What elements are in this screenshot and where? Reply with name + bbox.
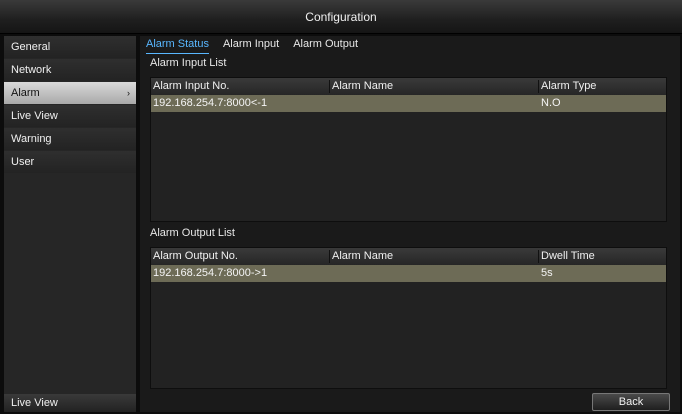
back-button[interactable]: Back bbox=[592, 393, 670, 411]
alarm-input-list-title: Alarm Input List bbox=[150, 57, 227, 69]
column-header-alarm-name[interactable]: Alarm Name bbox=[332, 248, 393, 265]
table-header: Alarm Output No. Alarm Name Dwell Time bbox=[151, 248, 666, 265]
dwell-time-cell: 5s bbox=[541, 267, 553, 279]
alarm-output-table: Alarm Output No. Alarm Name Dwell Time 1… bbox=[150, 247, 667, 389]
column-divider[interactable] bbox=[329, 250, 330, 263]
sidebar-item-label: General bbox=[11, 41, 51, 53]
table-header: Alarm Input No. Alarm Name Alarm Type bbox=[151, 78, 666, 95]
sidebar-item-live-view[interactable]: Live View bbox=[4, 105, 136, 127]
column-header-alarm-output-no[interactable]: Alarm Output No. bbox=[153, 248, 238, 265]
alarm-input-no-cell: 192.168.254.7:8000<-1 bbox=[153, 97, 268, 109]
table-row[interactable]: 192.168.254.7:8000->1 5s bbox=[151, 265, 666, 282]
column-divider[interactable] bbox=[538, 250, 539, 263]
sidebar-item-label: User bbox=[11, 156, 35, 168]
alarm-output-list-title: Alarm Output List bbox=[150, 227, 235, 239]
sidebar-item-label: Live View bbox=[11, 110, 58, 122]
sidebar-item-label: Warning bbox=[11, 133, 52, 145]
tab-alarm-input[interactable]: Alarm Input bbox=[223, 38, 279, 54]
column-header-dwell-time[interactable]: Dwell Time bbox=[541, 248, 595, 265]
sidebar-item-general[interactable]: General bbox=[4, 36, 136, 58]
alarm-output-no-cell: 192.168.254.7:8000->1 bbox=[153, 267, 268, 279]
sidebar-item-user[interactable]: User bbox=[4, 151, 136, 173]
alarm-input-table: Alarm Input No. Alarm Name Alarm Type 19… bbox=[150, 77, 667, 222]
live-view-button[interactable]: Live View bbox=[4, 394, 136, 412]
chevron-right-icon: › bbox=[127, 88, 130, 98]
tab-alarm-status[interactable]: Alarm Status bbox=[146, 38, 209, 54]
column-header-alarm-type[interactable]: Alarm Type bbox=[541, 78, 596, 95]
column-divider[interactable] bbox=[329, 80, 330, 93]
window-title: Configuration bbox=[305, 9, 377, 24]
sidebar-item-alarm[interactable]: Alarm › bbox=[4, 82, 136, 104]
main-panel: Alarm Status Alarm Input Alarm Output Al… bbox=[140, 36, 680, 412]
sidebar-item-label: Alarm bbox=[11, 87, 40, 99]
sidebar-item-warning[interactable]: Warning bbox=[4, 128, 136, 150]
title-bar: Configuration bbox=[0, 0, 682, 34]
sidebar: General Network Alarm › Live View Warnin… bbox=[4, 36, 136, 412]
alarm-type-cell: N.O bbox=[541, 97, 561, 109]
sidebar-item-label: Network bbox=[11, 64, 52, 76]
column-divider[interactable] bbox=[538, 80, 539, 93]
tab-bar: Alarm Status Alarm Input Alarm Output bbox=[146, 38, 358, 54]
column-header-alarm-input-no[interactable]: Alarm Input No. bbox=[153, 78, 229, 95]
sidebar-item-network[interactable]: Network bbox=[4, 59, 136, 81]
table-row[interactable]: 192.168.254.7:8000<-1 N.O bbox=[151, 95, 666, 112]
column-header-alarm-name[interactable]: Alarm Name bbox=[332, 78, 393, 95]
tab-alarm-output[interactable]: Alarm Output bbox=[293, 38, 358, 54]
